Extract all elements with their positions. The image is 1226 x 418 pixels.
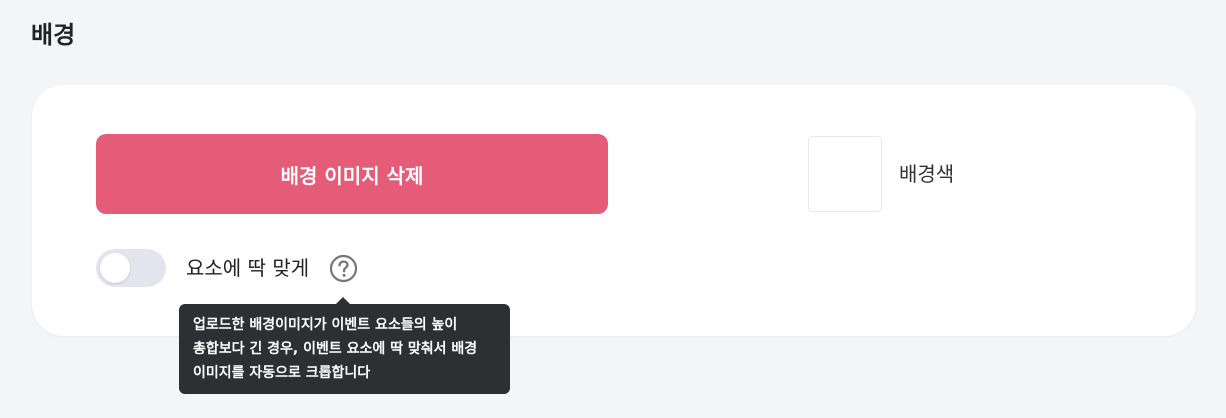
section-title: 배경: [31, 21, 76, 49]
fit-to-elements-toggle[interactable]: [96, 249, 166, 287]
tooltip-line: 업로드한 배경이미지가 이벤트 요소들의 높이: [193, 317, 458, 333]
fit-to-elements-label: 요소에 딱 맞게: [186, 256, 310, 280]
toggle-knob: [100, 253, 130, 283]
background-color-swatch[interactable]: [808, 136, 882, 212]
background-settings-card: 배경 이미지 삭제 배경색 요소에 딱 맞게: [32, 85, 1196, 336]
fit-to-elements-tooltip: 업로드한 배경이미지가 이벤트 요소들의 높이 총합보다 긴 경우, 이벤트 요…: [179, 297, 510, 394]
tooltip-line: 총합보다 긴 경우, 이벤트 요소에 딱 맞춰서 배경: [193, 341, 478, 357]
background-color-label: 배경색: [899, 162, 955, 186]
delete-background-image-button[interactable]: 배경 이미지 삭제: [96, 134, 608, 214]
tooltip-line: 이미지를 자동으로 크롭합니다: [193, 365, 371, 381]
question-circle-icon[interactable]: [329, 254, 358, 283]
